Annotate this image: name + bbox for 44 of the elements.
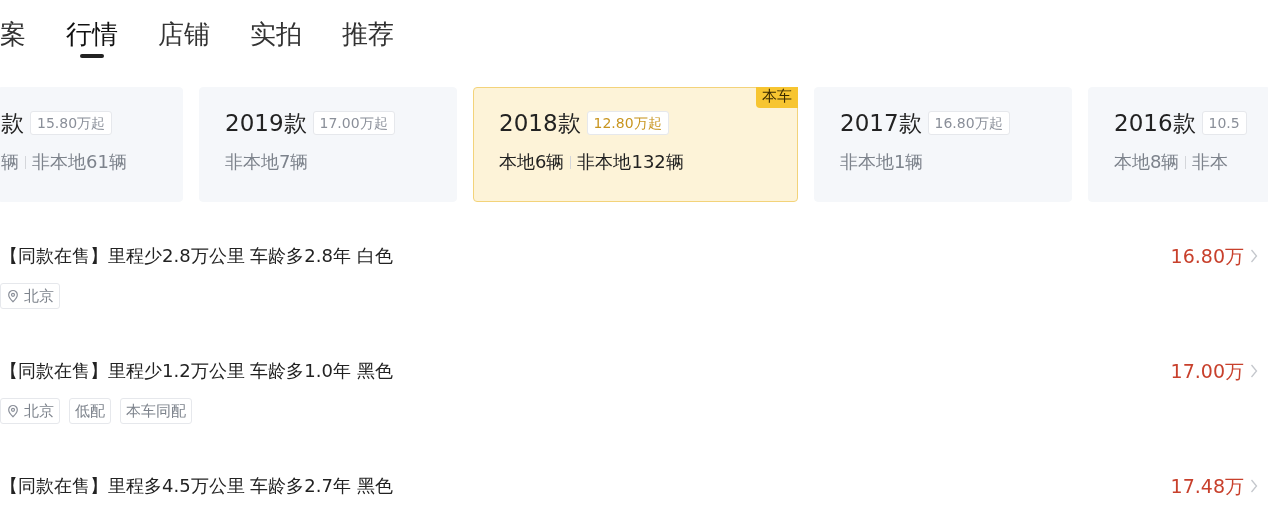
- nonlocal-count: 非本地7辆: [225, 150, 309, 174]
- nonlocal-count: 非本地1辆: [840, 150, 924, 174]
- year-card[interactable]: 2017款 16.80万起 非本地1辆: [814, 87, 1072, 202]
- listing-title[interactable]: 【同款在售】里程少2.8万公里 车龄多2.8年 白色: [0, 244, 393, 268]
- chevron-right-icon[interactable]: [1250, 363, 1258, 379]
- price-tag: 15.80万起: [30, 111, 113, 135]
- chevron-right-icon[interactable]: [1250, 248, 1258, 264]
- chevron-right-icon[interactable]: [1250, 478, 1258, 494]
- location-pin-icon: [6, 289, 20, 303]
- listing-title[interactable]: 【同款在售】里程少1.2万公里 车龄多1.0年 黑色: [0, 359, 393, 383]
- price-tag: 17.00万起: [312, 111, 395, 135]
- tag-label: 北京: [24, 286, 54, 306]
- year-card[interactable]: 2016款 10.5 本地8辆 非本: [1088, 87, 1268, 202]
- tab[interactable]: 行情: [66, 16, 118, 60]
- local-count: 辆: [1, 150, 19, 174]
- price-tag: 10.5: [1201, 111, 1247, 135]
- price-tag: 16.80万起: [927, 111, 1010, 135]
- nonlocal-count: 非本地61辆: [32, 150, 127, 174]
- tab[interactable]: 推荐: [342, 16, 394, 60]
- nonlocal-count: 非本地132辆: [577, 150, 684, 174]
- price-tag: 12.80万起: [586, 111, 669, 135]
- year-label: 款: [1, 109, 24, 138]
- listing-title[interactable]: 【同款在售】里程多4.5万公里 车龄多2.7年 黑色: [0, 474, 393, 498]
- local-count: 本地8辆: [1114, 150, 1180, 174]
- year-label: 2019款: [225, 109, 307, 138]
- listing-price: 17.48万: [1170, 474, 1244, 498]
- tab[interactable]: 案: [0, 16, 26, 60]
- tab[interactable]: 店铺: [158, 16, 210, 60]
- location-pin-icon: [6, 404, 20, 418]
- tag-label: 北京: [24, 401, 54, 421]
- year-card[interactable]: 2019款 17.00万起 非本地7辆: [199, 87, 457, 202]
- nonlocal-count: 非本: [1192, 150, 1229, 174]
- tab[interactable]: 实拍: [250, 16, 302, 60]
- local-count: 本地6辆: [499, 150, 565, 174]
- year-label: 2016款: [1114, 109, 1196, 138]
- year-label: 2017款: [840, 109, 922, 138]
- tag: 低配: [69, 398, 111, 424]
- listing-price: 16.80万: [1170, 244, 1244, 268]
- badge: 本车: [756, 87, 798, 108]
- tag: 本车同配: [120, 398, 192, 424]
- year-card[interactable]: 2018款 12.80万起 本地6辆 非本地132辆 本车: [473, 87, 798, 202]
- year-label: 2018款: [499, 109, 581, 138]
- listing-price: 17.00万: [1170, 359, 1244, 383]
- year-card[interactable]: 款 15.80万起 辆 非本地61辆: [0, 87, 183, 202]
